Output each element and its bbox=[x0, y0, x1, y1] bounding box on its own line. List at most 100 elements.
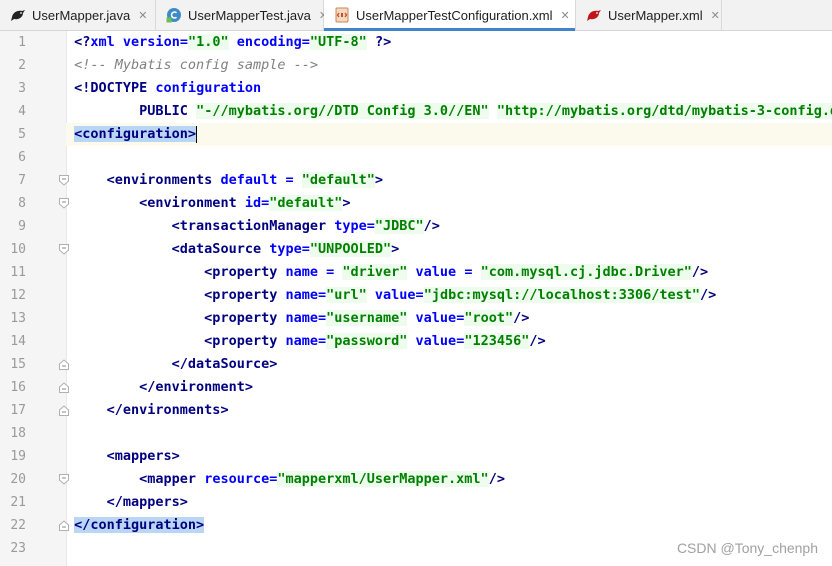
attr-value: "jdbc:mysql://localhost:3306/test" bbox=[423, 287, 701, 303]
attr-name: id bbox=[236, 195, 262, 211]
attr-name: resource bbox=[196, 471, 270, 487]
line-number: 4 bbox=[18, 104, 26, 119]
token: = bbox=[301, 34, 310, 50]
tag: <property bbox=[74, 264, 278, 280]
code-line-14: <property name="password" value="123456"… bbox=[66, 330, 832, 353]
line-number: 20 bbox=[10, 472, 26, 487]
editor-tab-bar: UserMapper.java ✕ UserMapperTest.java ✕ … bbox=[0, 0, 832, 31]
token: > bbox=[342, 195, 351, 211]
attr-value: "UNPOOLED" bbox=[309, 241, 392, 257]
doctype-name: configuration bbox=[147, 80, 262, 96]
tab-label: UserMapperTestConfiguration.xml bbox=[356, 7, 553, 23]
code-editor[interactable]: <?xml version="1.0" encoding="UTF-8" ?> … bbox=[66, 31, 832, 566]
token: = bbox=[456, 264, 481, 280]
attr-name: name bbox=[277, 333, 318, 349]
attr-name: value bbox=[366, 287, 416, 303]
tag: </dataSource> bbox=[74, 356, 278, 372]
matched-tag: </configuration> bbox=[74, 517, 205, 533]
code-line-10: <dataSource type="UNPOOLED"> bbox=[66, 238, 832, 261]
comment: <!-- Mybatis config sample --> bbox=[74, 57, 318, 73]
token: /> bbox=[423, 218, 440, 234]
code-line-1: <?xml version="1.0" encoding="UTF-8" ?> bbox=[66, 31, 832, 54]
text-caret bbox=[196, 125, 198, 143]
attr-name: type bbox=[326, 218, 367, 234]
close-icon[interactable]: ✕ bbox=[561, 9, 570, 22]
watermark: CSDN @Tony_chenph bbox=[676, 540, 818, 556]
token: /> bbox=[700, 287, 717, 303]
token: /> bbox=[488, 471, 505, 487]
tag: <environments bbox=[74, 172, 213, 188]
code-line-16: </environment> bbox=[66, 376, 832, 399]
tab-label: UserMapper.xml bbox=[608, 7, 703, 23]
attr-value: "com.mysql.cj.jdbc.Driver" bbox=[480, 264, 692, 280]
line-number: 6 bbox=[18, 150, 26, 165]
token: /> bbox=[529, 333, 546, 349]
token: = bbox=[366, 218, 375, 234]
attr-value: "123456" bbox=[464, 333, 530, 349]
token: = bbox=[277, 172, 302, 188]
attr-value: "password" bbox=[326, 333, 408, 349]
code-line-17: </environments> bbox=[66, 399, 832, 422]
close-icon[interactable]: ✕ bbox=[711, 9, 720, 22]
code-line-20: <mapper resource="mapperxml/UserMapper.x… bbox=[66, 468, 832, 491]
line-number: 3 bbox=[18, 81, 26, 96]
line-number: 22 bbox=[10, 518, 26, 533]
token: > bbox=[374, 172, 384, 188]
tab-usermappertest-java[interactable]: UserMapperTest.java ✕ bbox=[156, 0, 328, 30]
attr-value: "UTF-8" bbox=[309, 34, 367, 50]
attr-name: default bbox=[212, 172, 278, 188]
tab-usermappertestconfiguration-xml[interactable]: UserMapperTestConfiguration.xml ✕ bbox=[324, 0, 576, 31]
code-line-4: PUBLIC "-//mybatis.org//DTD Config 3.0//… bbox=[66, 100, 832, 123]
line-number: 11 bbox=[10, 265, 26, 280]
attr-value: "mapperxml/UserMapper.xml" bbox=[277, 471, 489, 487]
code-line-22: </configuration> bbox=[66, 514, 832, 537]
system-id: "http://mybatis.org/dtd/mybatis-3-config… bbox=[496, 103, 832, 119]
close-icon[interactable]: ✕ bbox=[138, 9, 147, 22]
java-class-icon bbox=[166, 8, 181, 23]
tab-usermapper-xml[interactable]: UserMapper.xml ✕ bbox=[576, 0, 722, 30]
line-number: 19 bbox=[10, 449, 26, 464]
code-line-11: <property name = "driver" value = "com.m… bbox=[66, 261, 832, 284]
token: = bbox=[179, 34, 188, 50]
code-line-8: <environment id="default"> bbox=[66, 192, 832, 215]
tab-label: UserMapperTest.java bbox=[188, 7, 311, 23]
code-line-13: <property name="username" value="root"/> bbox=[66, 307, 832, 330]
attr-name: value bbox=[407, 264, 457, 280]
line-number: 14 bbox=[10, 334, 26, 349]
tag: <property bbox=[74, 287, 278, 303]
xml-decl-close: ?> bbox=[366, 34, 392, 50]
mybatis-bird-icon bbox=[11, 10, 25, 21]
attr-value: "JDBC" bbox=[374, 218, 424, 234]
xml-file-icon bbox=[335, 7, 349, 23]
line-number: 10 bbox=[10, 242, 26, 257]
attr-name: value bbox=[407, 310, 457, 326]
line-number: 23 bbox=[10, 541, 26, 556]
line-number: 18 bbox=[10, 426, 26, 441]
code-line-15: </dataSource> bbox=[66, 353, 832, 376]
code-line-3: <!DOCTYPE configuration bbox=[66, 77, 832, 100]
tag: <environment bbox=[74, 195, 237, 211]
code-line-5: <configuration> bbox=[66, 123, 832, 146]
token: = bbox=[301, 241, 310, 257]
line-number-gutter[interactable]: 1 2 3 4 5 6 7 8 9 10 11 12 13 14 15 16 1… bbox=[0, 31, 69, 566]
line-number: 9 bbox=[18, 219, 26, 234]
line-number: 21 bbox=[10, 495, 26, 510]
token: /> bbox=[513, 310, 530, 326]
tag: <transactionManager bbox=[74, 218, 327, 234]
code-line-9: <transactionManager type="JDBC"/> bbox=[66, 215, 832, 238]
attr-value: "1.0" bbox=[187, 34, 229, 50]
token: = bbox=[415, 287, 424, 303]
token: xml bbox=[90, 34, 115, 50]
token: /> bbox=[691, 264, 709, 280]
tag: <property bbox=[74, 333, 278, 349]
tag: </environments> bbox=[74, 402, 229, 418]
attr-value: "url" bbox=[326, 287, 367, 303]
tab-usermapper-java[interactable]: UserMapper.java ✕ bbox=[0, 0, 156, 30]
code-line-21: </mappers> bbox=[66, 491, 832, 514]
tag: </environment> bbox=[74, 379, 253, 395]
public-id: "-//mybatis.org//DTD Config 3.0//EN" bbox=[196, 103, 489, 119]
line-number: 5 bbox=[18, 127, 26, 142]
